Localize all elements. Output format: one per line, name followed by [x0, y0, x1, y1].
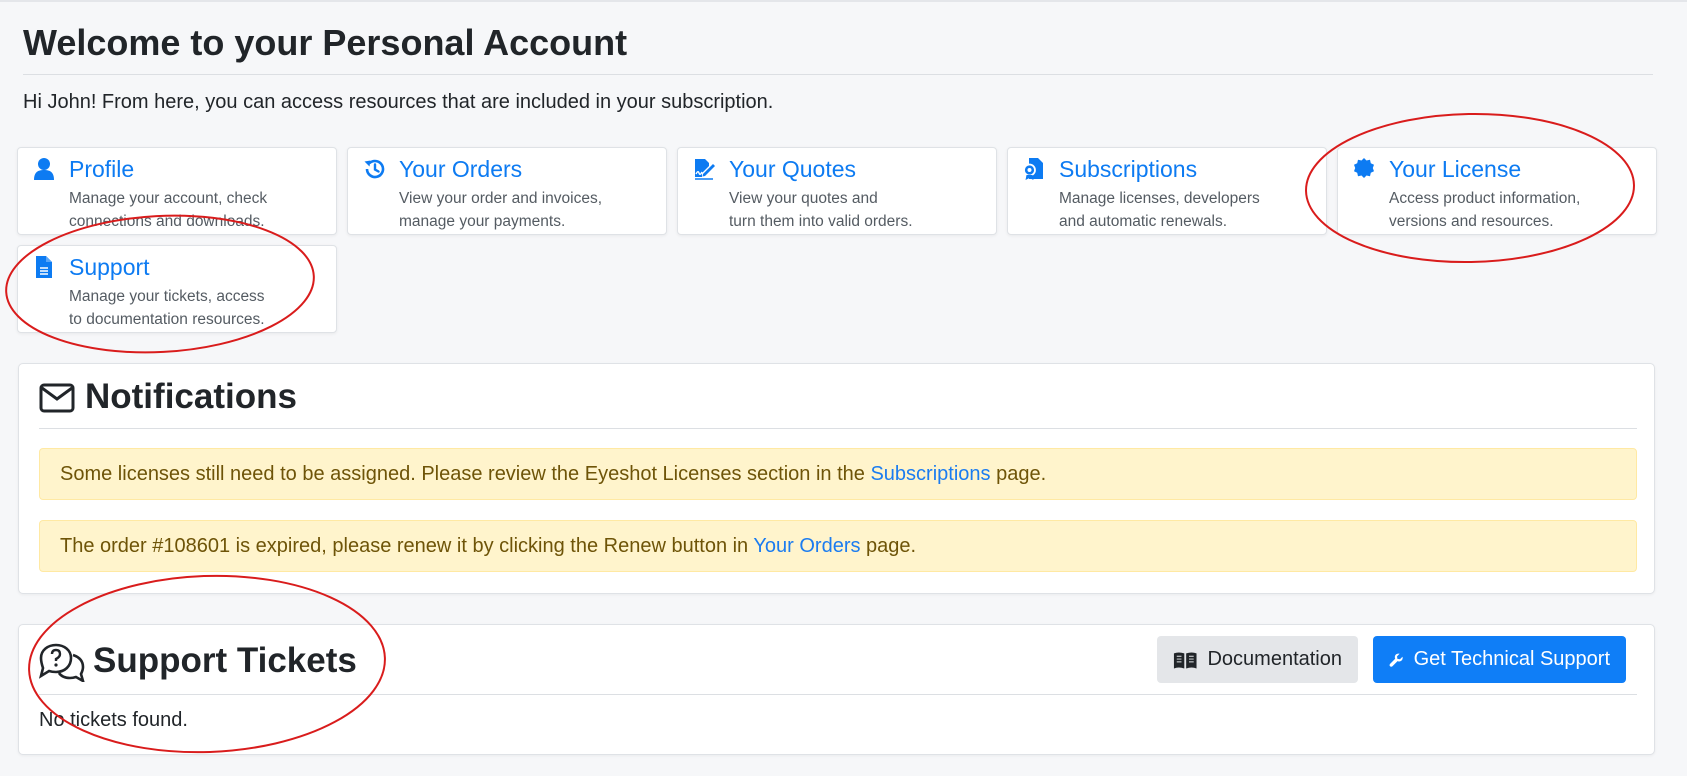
get-technical-support-label: Get Technical Support: [1413, 648, 1610, 670]
alert-order-expired: The order #108601 is expired, please ren…: [39, 520, 1637, 572]
card-your-orders[interactable]: Your Orders View your order and invoices…: [347, 147, 667, 235]
card-your-quotes[interactable]: Your Quotes View your quotes and turn the…: [677, 147, 997, 235]
card-support[interactable]: Support Manage your tickets, access to do…: [17, 245, 337, 333]
tickets-divider: [39, 694, 1637, 695]
card-title: Your Quotes: [729, 156, 857, 182]
card-description: View your quotes and turn them into valid…: [729, 190, 913, 230]
card-your-license[interactable]: Your License Access product information,…: [1337, 147, 1657, 235]
notifications-title: Notifications: [85, 377, 297, 416]
subscriptions-link[interactable]: Subscriptions: [870, 463, 990, 485]
support-tickets-panel: Support Tickets Documentation Get Techni…: [18, 624, 1655, 755]
card-description: Manage your account, check connections an…: [69, 190, 268, 230]
your-orders-link[interactable]: Your Orders: [753, 535, 860, 557]
file-contract-icon: [1023, 157, 1045, 181]
card-title: Subscriptions: [1059, 156, 1198, 182]
card-title: Your License: [1389, 156, 1522, 182]
file-signature-icon: [693, 157, 715, 181]
comments-question-icon: [38, 642, 86, 687]
card-title: Your Orders: [399, 156, 523, 182]
notifications-divider: [39, 428, 1637, 429]
book-open-icon: [1173, 651, 1197, 668]
support-tickets-title: Support Tickets: [93, 641, 357, 680]
history-icon: [363, 157, 385, 181]
wrench-icon: [1389, 653, 1403, 667]
alert-text: Some licenses still need to be assigned.…: [60, 463, 871, 485]
card-title: Support: [69, 254, 150, 280]
envelope-icon: [39, 383, 75, 418]
card-description: Manage your tickets, access to documentat…: [69, 288, 265, 328]
card-description: Access product information, versions and …: [1389, 190, 1581, 230]
card-description: View your order and invoices, manage your…: [399, 190, 603, 230]
top-border: [0, 0, 1687, 2]
user-icon: [33, 157, 55, 181]
alert-text-end: page.: [990, 463, 1047, 485]
no-tickets-text: No tickets found.: [39, 709, 188, 731]
get-technical-support-button[interactable]: Get Technical Support: [1373, 636, 1626, 683]
card-title: Profile: [69, 156, 135, 182]
alert-text-end: page.: [860, 535, 917, 557]
notifications-panel: Notifications Some licenses still need t…: [18, 363, 1655, 594]
alert-licenses: Some licenses still need to be assigned.…: [39, 448, 1637, 500]
file-alt-icon: [33, 255, 55, 279]
card-description: Manage licenses, developers and automatic…: [1059, 190, 1260, 230]
documentation-label: Documentation: [1207, 648, 1342, 670]
documentation-button[interactable]: Documentation: [1157, 636, 1358, 683]
alert-text: The order #108601 is expired, please ren…: [60, 535, 754, 557]
card-profile[interactable]: Profile Manage your account, check connec…: [17, 147, 337, 235]
intro-text: Hi John! From here, you can access resou…: [23, 91, 774, 113]
page-title: Welcome to your Personal Account: [23, 22, 628, 63]
title-divider: [23, 74, 1653, 75]
certificate-icon: [1353, 157, 1375, 181]
card-subscriptions[interactable]: Subscriptions Manage licenses, developer…: [1007, 147, 1327, 235]
